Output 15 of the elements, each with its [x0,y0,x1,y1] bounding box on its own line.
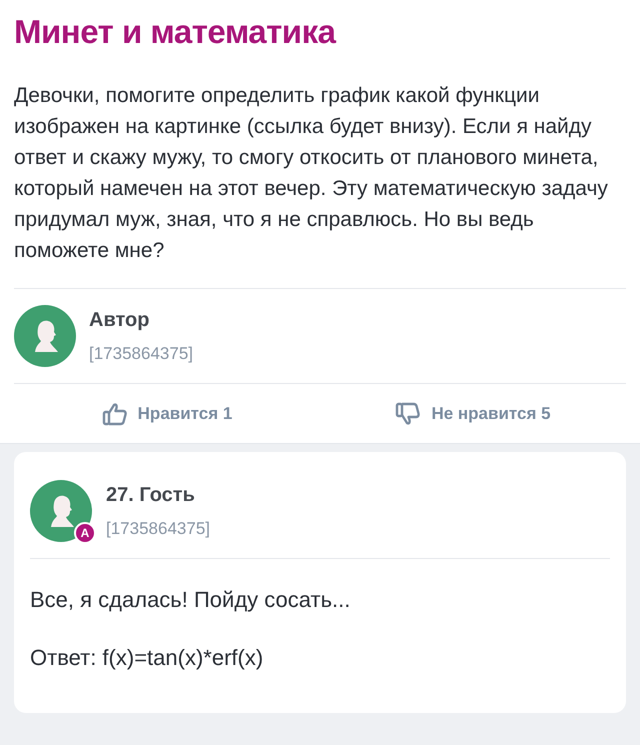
commenter-name: 27. Гость [106,483,196,508]
author-name: Автор [89,308,150,334]
role-badge: A [74,522,96,544]
author-id: [1735864375] [89,343,193,366]
avatar-icon [30,480,92,542]
post-title: Минет и математика [14,12,338,52]
thumbs-down-icon [395,402,422,426]
comment-text: Ответ: f(x)=tan(x)*erf(x) [30,644,264,672]
thumbs-up-icon [102,402,128,426]
dislike-button[interactable]: Не нравится 5 [395,400,551,426]
commenter-id: [1735864375] [106,518,210,540]
comment-text: Все, я сдалась! Пойду сосать... [30,586,352,614]
post-body: Девочки, помогите определить график какой функции изображен на картинке (ссылка будет внизу). Если я найду ответ и скажу мужу, то смогу откосить от планового минета, который намечен на этот вечер. Эту математическую задачу придумал муж, зная, что я не справлюсь. Но вы ведь поможете мне? [14,83,609,264]
like-button[interactable]: Нравится 1 [102,400,232,426]
avatar-icon [14,305,76,367]
